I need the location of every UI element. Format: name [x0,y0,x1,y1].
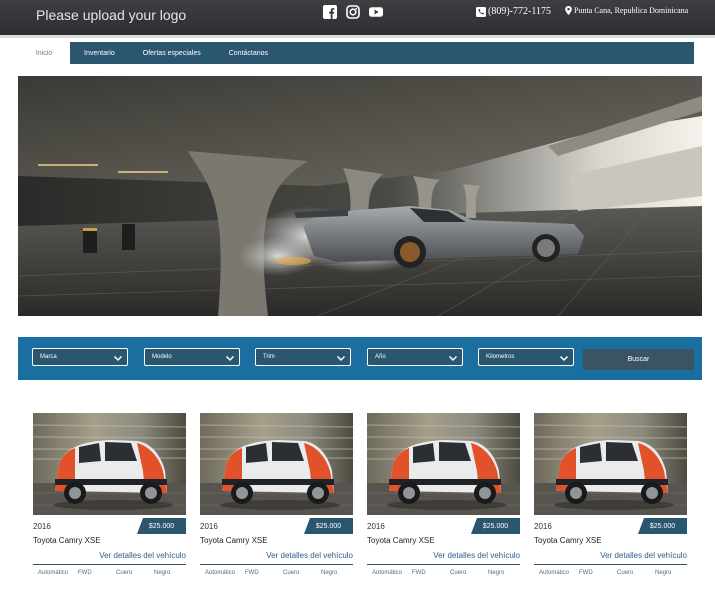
chevron-down-icon [336,355,346,362]
nav-item-inicio[interactable]: Inicio [18,42,70,64]
listing-title: Toyota Camry XSE [367,536,435,545]
spec-item: Cuero [617,570,634,576]
select-ano-label: Año [375,354,386,360]
spec-item: FWD [245,570,259,576]
car-photo [367,413,520,515]
map-pin-icon [565,6,572,15]
listing-title: Toyota Camry XSE [200,536,268,545]
select-modelo[interactable]: Modelo [144,348,240,366]
search-filter-bar: Marca Modelo Trim Año Kilometros Buscar [18,337,702,380]
spec-item: Cuero [116,570,133,576]
phone-contact[interactable]: (809)-772-1175 [476,6,551,17]
spec-item: FWD [78,570,92,576]
select-marca-label: Marca [40,354,57,360]
select-trim-label: Trim [263,354,275,360]
spec-item: FWD [579,570,593,576]
nav-item-contactanos[interactable]: Contáctanos [215,42,282,64]
select-modelo-label: Modelo [152,354,172,360]
spec-item: Negro [488,570,505,576]
listing-year: 2016 [200,522,218,531]
listing-price-badge: $25.000 [471,518,520,534]
chevron-down-icon [448,355,458,362]
top-bar: Please upload your logo (809)-772-1175 P… [0,0,715,38]
listing-card[interactable]: 2016 $25.000 Toyota Camry XSE Ver detalles … [200,413,353,583]
hero-banner [18,76,702,316]
listing-price-badge: $25.000 [638,518,687,534]
divider [200,564,353,565]
spec-item: Negro [154,570,171,576]
listing-image[interactable] [33,413,186,515]
divider [367,564,520,565]
listing-card[interactable]: 2016 $25.000 Toyota Camry XSE Ver detalles … [534,413,687,583]
spec-item: FWD [412,570,426,576]
nav-item-inventario[interactable]: Inventario [70,42,129,64]
chevron-down-icon [559,355,569,362]
location-info: Punta Cana, Republica Dominicana [565,6,688,15]
search-button[interactable]: Buscar [583,349,694,370]
youtube-icon[interactable] [369,5,383,19]
listing-title: Toyota Camry XSE [33,536,101,545]
listing-price-badge: $25.000 [304,518,353,534]
spec-item: Cuero [450,570,467,576]
select-marca[interactable]: Marca [32,348,128,366]
logo-placeholder[interactable]: Please upload your logo [36,7,186,23]
listing-image[interactable] [200,413,353,515]
select-kilometros[interactable]: Kilometros [478,348,574,366]
phone-number: (809)-772-1175 [488,6,551,17]
listing-title: Toyota Camry XSE [534,536,602,545]
spec-item: Automático [38,570,69,576]
car-photo [33,413,186,515]
spec-item: Negro [655,570,672,576]
view-details-link[interactable]: Ver detalles del vehículo [433,551,520,560]
view-details-link[interactable]: Ver detalles del vehículo [600,551,687,560]
divider [33,564,186,565]
listing-image[interactable] [534,413,687,515]
view-details-link[interactable]: Ver detalles del vehículo [99,551,186,560]
instagram-icon[interactable] [346,5,360,19]
listing-year: 2016 [33,522,51,531]
car-photo [534,413,687,515]
chevron-down-icon [225,355,235,362]
facebook-icon[interactable] [323,5,337,19]
main-nav: Inicio Inventario Ofertas especiales Con… [18,42,694,64]
hero-image [18,76,702,316]
divider [534,564,687,565]
nav-item-ofertas[interactable]: Ofertas especiales [129,42,215,64]
listing-image[interactable] [367,413,520,515]
listing-card[interactable]: 2016 $25.000 Toyota Camry XSE Ver detalles … [367,413,520,583]
select-trim[interactable]: Trim [255,348,351,366]
spec-item: Negro [321,570,338,576]
listing-card[interactable]: 2016 $25.000 Toyota Camry XSE Ver detalles … [33,413,186,583]
location-text: Punta Cana, Republica Dominicana [574,6,689,15]
listing-year: 2016 [534,522,552,531]
chevron-down-icon [113,355,123,362]
select-kilometros-label: Kilometros [486,354,515,360]
view-details-link[interactable]: Ver detalles del vehículo [266,551,353,560]
spec-item: Cuero [283,570,300,576]
spec-item: Automático [205,570,236,576]
car-photo [200,413,353,515]
spec-item: Automático [539,570,570,576]
select-ano[interactable]: Año [367,348,463,366]
listing-year: 2016 [367,522,385,531]
listing-price-badge: $25.000 [137,518,186,534]
spec-item: Automático [372,570,403,576]
phone-icon [476,6,486,17]
social-links [323,5,392,19]
